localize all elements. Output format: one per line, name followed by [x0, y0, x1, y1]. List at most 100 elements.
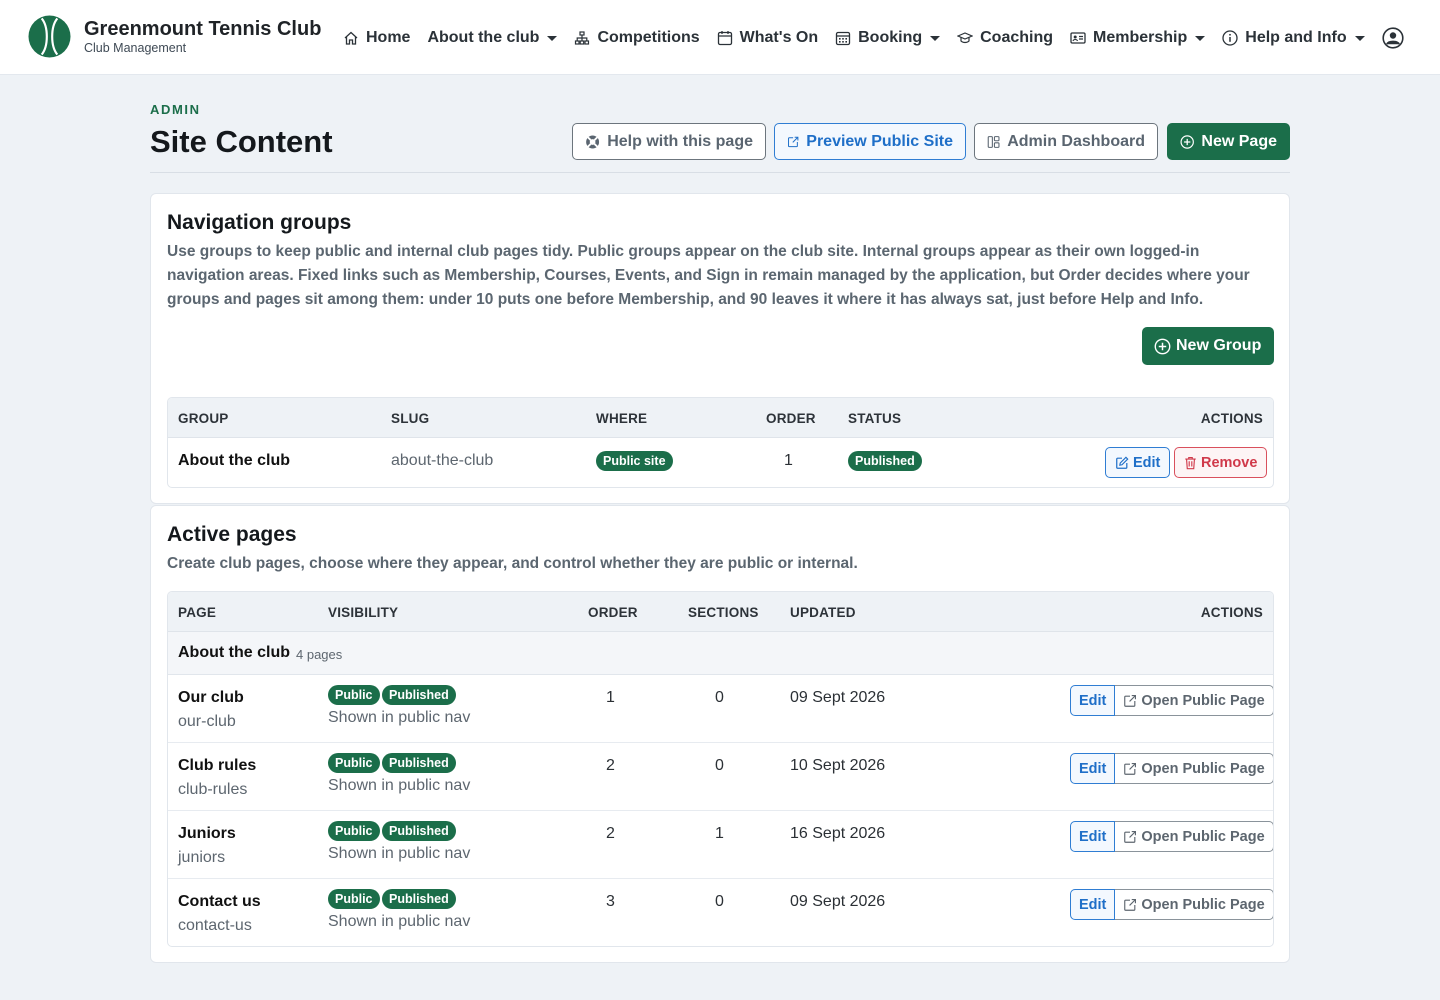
dashboard-button-label: Admin Dashboard	[1007, 132, 1145, 150]
navigation-groups-table: GROUP SLUG WHERE ORDER STATUS ACTIONS Ab…	[167, 397, 1274, 488]
nav-note: Shown in public nav	[328, 709, 471, 726]
group-heading-count: 4 pages	[296, 647, 343, 662]
new-page-button-label: New Page	[1201, 132, 1277, 150]
new-page-button[interactable]: New Page	[1167, 123, 1290, 160]
preview-button-label: Preview Public Site	[806, 132, 953, 150]
caret-down-icon	[1354, 35, 1365, 41]
nav-item-about[interactable]: About the club	[427, 29, 558, 47]
page-slug: contact-us	[178, 917, 252, 934]
caret-down-icon	[1195, 35, 1206, 41]
external-link-icon	[1124, 830, 1137, 843]
group-heading-row: About the club 4 pages	[168, 632, 1273, 675]
open-public-page-button[interactable]: Open Public Page	[1115, 685, 1273, 716]
edit-page-button[interactable]: Edit	[1070, 889, 1116, 920]
caret-down-icon	[547, 35, 558, 41]
open-label: Open Public Page	[1141, 828, 1265, 845]
caret-down-icon	[930, 35, 941, 41]
page-title-cell: Club rules	[178, 757, 257, 774]
column-header-page: PAGE	[178, 605, 217, 620]
open-public-page-button[interactable]: Open Public Page	[1115, 821, 1273, 852]
page-order: 3	[606, 893, 615, 910]
page-updated: 09 Sept 2026	[790, 689, 886, 706]
edit-page-button[interactable]: Edit	[1070, 685, 1116, 716]
nav-item-coaching[interactable]: Coaching	[957, 29, 1053, 47]
brand-subtitle: Club Management	[84, 40, 187, 55]
nav-item-whats-on[interactable]: What's On	[717, 29, 818, 47]
nav-item-help[interactable]: Help and Info	[1222, 29, 1365, 47]
nav-item-booking[interactable]: Booking	[835, 29, 941, 47]
nav-item-competitions[interactable]: Competitions	[574, 29, 700, 47]
table-header: PAGE VISIBILITY ORDER SECTIONS UPDATED A…	[168, 592, 1273, 632]
admin-dashboard-button[interactable]: Admin Dashboard	[974, 123, 1158, 160]
group-name: About the club	[178, 452, 290, 469]
preview-public-site-button[interactable]: Preview Public Site	[774, 123, 966, 160]
pencil-square-icon	[1116, 456, 1129, 469]
table-row: Club rules club-rules Public Published S…	[168, 743, 1273, 811]
edit-page-button[interactable]: Edit	[1070, 821, 1116, 852]
table-row: Contact us contact-us Public Published S…	[168, 879, 1273, 946]
open-label: Open Public Page	[1141, 760, 1265, 777]
row-actions: Edit Open Public Page	[1070, 821, 1273, 852]
remove-group-button[interactable]: Remove	[1174, 447, 1268, 478]
row-actions: Edit Open Public Page	[1070, 753, 1273, 784]
column-header-order: ORDER	[588, 605, 638, 620]
open-public-page-button[interactable]: Open Public Page	[1115, 889, 1273, 920]
page-order: 1	[606, 689, 615, 706]
brand[interactable]: Greenmount Tennis Club Club Management	[28, 15, 321, 58]
plus-circle-icon	[1180, 134, 1194, 149]
column-header-group: GROUP	[178, 411, 229, 426]
nav-label: Booking	[858, 29, 923, 46]
nav-item-membership[interactable]: Membership	[1070, 29, 1206, 47]
nav-label: Membership	[1093, 29, 1188, 46]
group-order: 1	[784, 452, 793, 469]
calendar-icon	[717, 31, 732, 46]
group-heading-name: About the club	[178, 644, 290, 661]
page-eyebrow: ADMIN	[150, 102, 201, 117]
row-actions: Edit Open Public Page	[1070, 889, 1273, 920]
page-updated: 09 Sept 2026	[790, 893, 886, 910]
navigation-groups-card: Navigation groups Use groups to keep pub…	[150, 193, 1290, 504]
nav-label: Competitions	[597, 29, 700, 46]
open-label: Open Public Page	[1141, 692, 1265, 709]
nav-label: About the club	[427, 29, 540, 46]
table-row: Juniors juniors Public Published Shown i…	[168, 811, 1273, 879]
status-badge: Published	[382, 821, 456, 841]
page-sections: 0	[715, 757, 724, 774]
mortarboard-icon	[957, 32, 974, 44]
page-slug: club-rules	[178, 781, 248, 798]
open-public-page-button[interactable]: Open Public Page	[1115, 753, 1273, 784]
external-link-icon	[1124, 898, 1137, 911]
open-label: Open Public Page	[1141, 896, 1265, 913]
new-group-button-label: New Group	[1176, 337, 1262, 354]
page-updated: 10 Sept 2026	[790, 757, 886, 774]
row-actions: Edit Open Public Page	[1070, 685, 1273, 716]
active-pages-table: PAGE VISIBILITY ORDER SECTIONS UPDATED A…	[167, 591, 1274, 947]
nav-note: Shown in public nav	[328, 777, 471, 794]
main-nav: Home About the club Competitions What's …	[343, 26, 1382, 50]
trash-icon	[1185, 456, 1196, 469]
user-account-icon[interactable]	[1382, 27, 1404, 49]
external-link-icon	[1124, 694, 1137, 707]
nav-item-home[interactable]: Home	[343, 29, 410, 47]
new-group-button[interactable]: New Group	[1142, 327, 1274, 365]
home-icon	[344, 31, 358, 45]
edit-label: Edit	[1133, 454, 1161, 471]
help-button[interactable]: Help with this page	[572, 123, 766, 160]
nav-label: Home	[366, 29, 411, 46]
active-pages-title: Active pages	[167, 523, 297, 546]
table-row: About the club about-the-club Public sit…	[168, 438, 1273, 487]
group-slug: about-the-club	[391, 452, 494, 469]
status-badge: Published	[848, 451, 922, 471]
id-card-icon	[1070, 32, 1086, 44]
column-header-actions: ACTIONS	[1200, 605, 1263, 620]
column-header-actions: ACTIONS	[1200, 411, 1263, 426]
edit-page-button[interactable]: Edit	[1070, 753, 1116, 784]
status-badge: Published	[382, 753, 456, 773]
edit-group-button[interactable]: Edit	[1105, 447, 1171, 478]
help-button-label: Help with this page	[607, 132, 753, 150]
column-header-order: ORDER	[766, 411, 816, 426]
table-header: GROUP SLUG WHERE ORDER STATUS ACTIONS	[168, 398, 1273, 438]
page-sections: 0	[715, 893, 724, 910]
dashboard-layout-icon	[987, 135, 1000, 148]
visibility-badge: Public	[328, 753, 380, 773]
